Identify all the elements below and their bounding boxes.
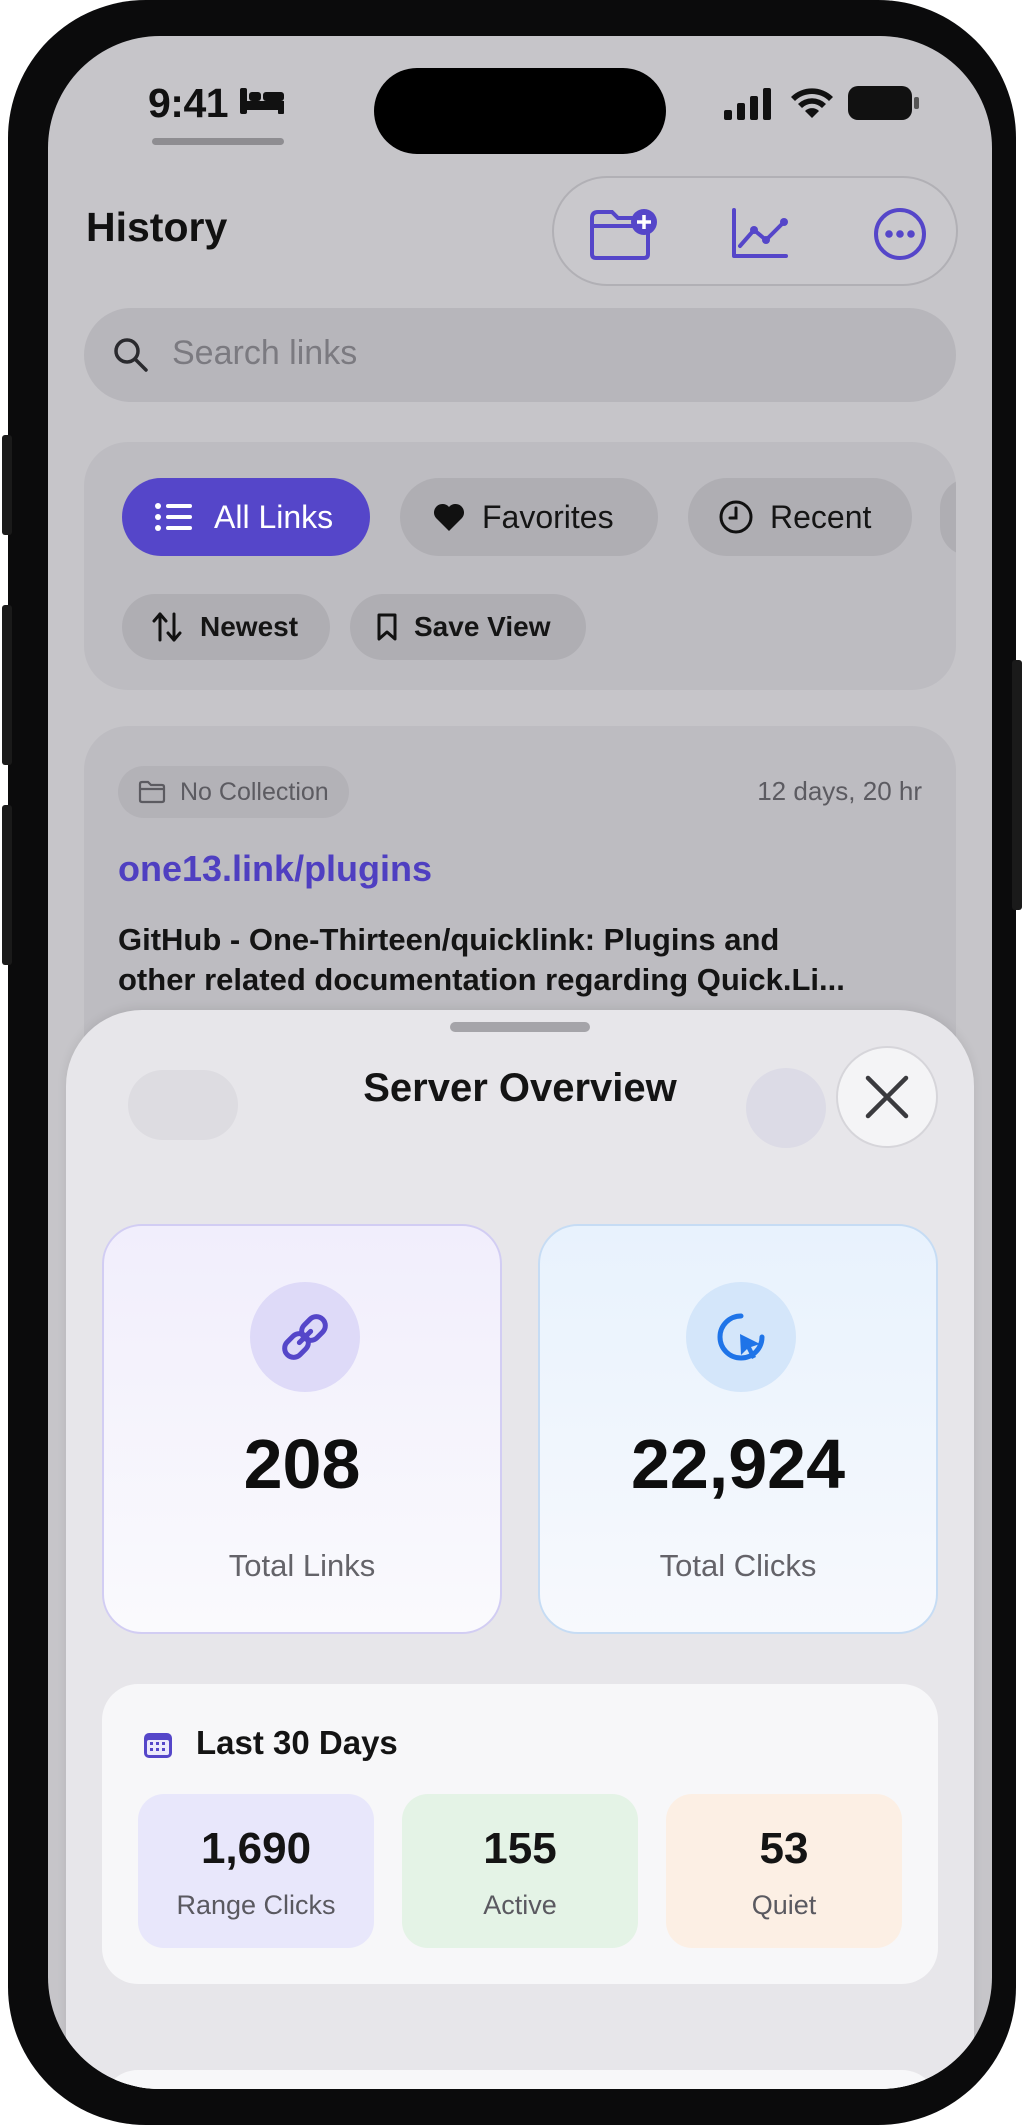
mute-switch [2, 435, 12, 535]
filter-chip-recent[interactable]: Recent [688, 478, 912, 556]
sleep-focus-icon [240, 88, 284, 114]
search-input[interactable]: Search links [84, 308, 956, 402]
battery-icon [848, 86, 919, 120]
link-title-line1: GitHub - One-Thirteen/quicklink: Plugins… [118, 922, 780, 957]
total-clicks-value: 22,924 [630, 1425, 846, 1503]
new-collection-button[interactable] [588, 206, 660, 262]
next-section-card [102, 2070, 938, 2089]
quiet-tile: 53 Quiet [666, 1794, 902, 1948]
close-button[interactable] [836, 1046, 938, 1148]
cursor-click-icon [717, 1313, 765, 1361]
wifi-icon [791, 88, 833, 118]
phone-frame: 9:41 History Search links All Links Favo… [2, 0, 1022, 2125]
chip-label: Recent [770, 498, 872, 535]
screen: 9:41 History Search links All Links Favo… [48, 36, 992, 2089]
total-clicks-label: Total Clicks [659, 1548, 817, 1583]
sort-button[interactable]: Newest [122, 594, 330, 660]
ellipsis-circle-icon [874, 208, 926, 260]
filter-chip-favorites[interactable]: Favorites [400, 478, 658, 556]
active-label: Active [483, 1890, 557, 1920]
filter-panel: All Links Favorites Recent Newest Save V… [84, 442, 956, 690]
short-link[interactable]: one13.link/plugins [118, 848, 432, 890]
filter-chip-all-links[interactable]: All Links [122, 478, 370, 556]
total-links-card: 208 Total Links [102, 1224, 502, 1634]
folder-plus-icon [590, 209, 657, 260]
active-tile: 155 Active [402, 1794, 638, 1948]
list-icon [155, 503, 192, 531]
more-options-button[interactable] [872, 206, 928, 262]
folder-icon [138, 780, 166, 804]
sheet-grabber[interactable] [450, 1022, 590, 1032]
chart-line-icon [732, 208, 788, 258]
save-view-label: Save View [414, 611, 551, 642]
sort-arrows-icon [152, 612, 182, 642]
total-links-label: Total Links [228, 1548, 376, 1583]
collection-badge: No Collection [118, 766, 349, 818]
search-placeholder: Search links [172, 334, 358, 372]
calendar-icon [144, 1733, 172, 1758]
status-time: 9:41 [148, 80, 229, 126]
chip-label: All Links [214, 498, 334, 535]
chip-label: Favorites [482, 498, 614, 535]
active-value: 155 [483, 1824, 557, 1873]
volume-up-button [2, 605, 12, 765]
search-icon [114, 338, 148, 372]
range-clicks-label: Range Clicks [176, 1890, 336, 1920]
last-30-days-card: Last 30 Days 1,690 Range Clicks 155 Acti… [102, 1684, 938, 1984]
sort-label: Newest [200, 611, 299, 642]
total-links-value: 208 [243, 1425, 361, 1503]
link-icon [282, 1314, 328, 1360]
page-title: History [86, 204, 228, 250]
save-view-button[interactable]: Save View [350, 594, 586, 660]
quiet-label: Quiet [751, 1890, 817, 1920]
click-icon-circle [686, 1282, 796, 1392]
server-overview-sheet: Server Overview 208 Total Links 22,924 T… [66, 1010, 974, 2089]
quiet-value: 53 [759, 1824, 809, 1873]
link-icon-circle [250, 1282, 360, 1392]
link-age: 12 days, 20 hr [757, 776, 922, 806]
filter-chip-more[interactable] [940, 478, 956, 556]
dynamic-island [374, 68, 666, 154]
volume-down-button [2, 805, 12, 965]
range-clicks-tile: 1,690 Range Clicks [138, 1794, 374, 1948]
collection-label: No Collection [180, 777, 329, 806]
cellular-signal-icon [724, 88, 771, 120]
heart-icon [433, 503, 465, 531]
range-title: Last 30 Days [196, 1724, 398, 1761]
analytics-button[interactable] [728, 206, 790, 262]
clock-icon [719, 500, 753, 534]
power-button [1012, 660, 1022, 910]
close-icon [865, 1075, 909, 1119]
link-title-line2: other related documentation regarding Qu… [118, 962, 845, 997]
header-actions [552, 176, 958, 286]
range-clicks-value: 1,690 [200, 1824, 312, 1873]
total-clicks-card: 22,924 Total Clicks [538, 1224, 938, 1634]
bookmark-icon [377, 613, 397, 641]
status-time-underline [152, 138, 284, 145]
